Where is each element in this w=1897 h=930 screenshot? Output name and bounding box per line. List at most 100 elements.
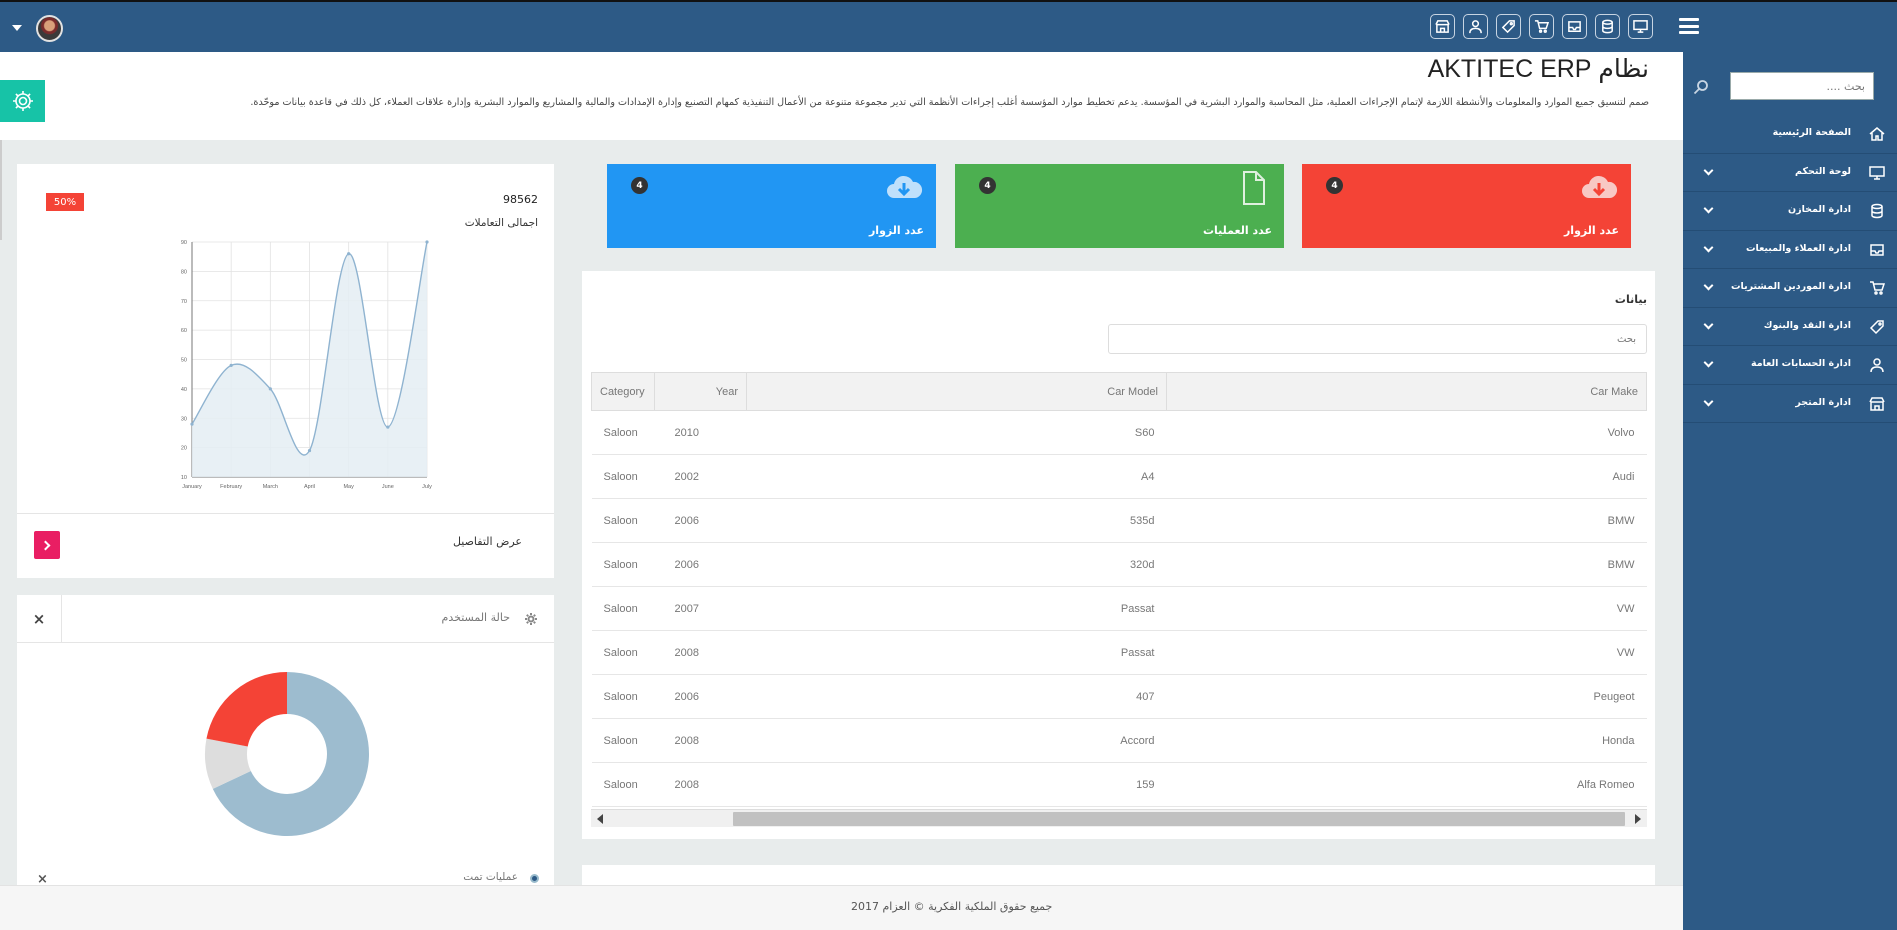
cell-make: VW — [1166, 586, 1647, 631]
chevron-down-icon — [1703, 396, 1714, 406]
table-row[interactable]: Saloon 2008 Accord Honda — [591, 718, 1647, 763]
card-label: عدد الزوار — [1563, 224, 1619, 237]
sidebar-menu: الصفحة الرئيسية لوحة التحكم ادارة المخازن ا… — [1683, 115, 1897, 423]
view-details-label: عرض التفاصيل — [452, 535, 522, 548]
database-icon[interactable] — [1595, 14, 1620, 39]
column-header-category[interactable]: Category — [591, 372, 655, 411]
column-header-model[interactable]: Car Model — [746, 372, 1167, 411]
user-icon[interactable] — [1463, 14, 1488, 39]
close-icon[interactable]: × — [17, 595, 62, 643]
sidebar-item-label: ادارة المتجر — [1795, 396, 1851, 408]
user-menu-caret-icon[interactable] — [12, 25, 22, 31]
sidebar-item-5[interactable]: ادارة النقد والبنوك — [1683, 308, 1897, 346]
table-row[interactable]: Saloon 2006 320d BMW — [591, 542, 1647, 587]
scrollbar-thumb[interactable] — [733, 812, 1625, 826]
chart-point-1 — [229, 363, 233, 367]
cell-category: Saloon — [591, 542, 655, 587]
tag-icon — [1869, 319, 1885, 335]
inbox-icon — [1869, 242, 1885, 258]
sidebar-item-6[interactable]: ادارة الحسابات العامة — [1683, 346, 1897, 385]
gear-icon — [12, 91, 33, 111]
table-row[interactable]: Saloon 2002 A4 Audi — [591, 454, 1647, 499]
card-label: عدد العمليات — [1203, 224, 1272, 237]
top-bar — [0, 0, 1897, 52]
cell-model: 407 — [746, 674, 1167, 719]
cart-icon[interactable] — [1529, 14, 1554, 39]
table-row[interactable]: Saloon 2007 Passat VW — [591, 586, 1647, 631]
chart-point-3 — [307, 448, 312, 453]
column-header-make[interactable]: Car Make — [1166, 372, 1647, 411]
cell-year: 2008 — [654, 630, 747, 675]
cell-category: Saloon — [591, 498, 655, 543]
transactions-total-label: اجمالى التعاملات — [464, 217, 538, 229]
sidebar-item-label: الصفحة الرئيسية — [1772, 127, 1851, 138]
inbox-icon[interactable] — [1562, 14, 1587, 39]
settings-gear-button[interactable] — [0, 80, 45, 122]
y-tick-label: 40 — [181, 387, 187, 393]
chevron-down-icon — [1703, 319, 1714, 329]
card-label: عدد الزوار — [868, 224, 924, 237]
menu-toggle-icon[interactable] — [1679, 18, 1699, 34]
table-row[interactable]: Saloon 2008 Passat VW — [591, 630, 1647, 675]
y-tick-label: 20 — [181, 446, 187, 452]
y-tick-label: 80 — [181, 269, 187, 275]
table-row[interactable]: Saloon 2008 159 Alfa Romeo — [591, 762, 1647, 807]
x-tick-label: June — [382, 484, 394, 490]
cell-make: Peugeot — [1166, 674, 1647, 719]
cell-make: Audi — [1166, 454, 1647, 499]
column-header-year[interactable]: Year — [654, 372, 747, 411]
y-tick-label: 60 — [181, 328, 187, 334]
cell-make: Alfa Romeo — [1166, 762, 1647, 807]
sidebar-item-2[interactable]: ادارة المخازن — [1683, 192, 1897, 231]
sidebar-item-4[interactable]: ادارة الموردين المشتريات — [1683, 269, 1897, 308]
user-status-header: × حالة المستخدم — [17, 595, 554, 643]
sidebar-search-input[interactable] — [1730, 72, 1874, 100]
x-tick-label: April — [304, 484, 315, 490]
store-icon[interactable] — [1430, 14, 1455, 39]
user-avatar[interactable] — [36, 15, 63, 42]
y-tick-label: 10 — [181, 475, 187, 481]
cloud-download-icon — [884, 170, 924, 206]
table-row[interactable]: Saloon 2006 535d BMW — [591, 498, 1647, 543]
horizontal-scrollbar[interactable] — [591, 809, 1647, 827]
cell-model: Accord — [746, 718, 1167, 763]
y-tick-label: 70 — [181, 299, 187, 305]
transactions-percent-badge: 50% — [46, 193, 84, 211]
sidebar-item-label: ادارة العملاء والمبيعات — [1745, 242, 1851, 254]
card-badge: 4 — [1326, 177, 1343, 194]
cell-category: Saloon — [591, 674, 655, 719]
cell-model: A4 — [746, 454, 1167, 499]
sidebar-item-7[interactable]: ادارة المتجر — [1683, 385, 1897, 423]
sidebar-item-1[interactable]: لوحة التحكم — [1683, 154, 1897, 192]
document-icon — [1232, 170, 1272, 206]
donut-slice-2[interactable] — [206, 672, 287, 747]
cell-make: BMW — [1166, 542, 1647, 587]
table-row[interactable]: Saloon 2010 S60 Volvo — [591, 410, 1647, 455]
monitor-icon[interactable] — [1628, 14, 1653, 39]
gear-icon[interactable] — [524, 611, 538, 625]
x-tick-label: March — [263, 484, 278, 490]
operations-card[interactable]: 4 عدد العمليات — [955, 164, 1284, 248]
sidebar-item-3[interactable]: ادارة العملاء والمبيعات — [1683, 231, 1897, 269]
search-icon[interactable] — [1693, 79, 1709, 95]
status-dot-icon — [530, 874, 539, 883]
table-row[interactable]: Saloon 2006 407 Peugeot — [591, 674, 1647, 719]
user-icon — [1869, 357, 1885, 373]
view-details-button[interactable] — [34, 531, 60, 559]
cell-make: VW — [1166, 630, 1647, 675]
scroll-left-icon[interactable] — [597, 814, 603, 824]
cell-year: 2007 — [654, 586, 747, 631]
scroll-right-icon[interactable] — [1635, 814, 1641, 824]
table-search-input[interactable] — [1108, 324, 1647, 354]
visitors-card-2[interactable]: 4 عدد الزوار — [607, 164, 936, 248]
page-header: نظام AKTITEC ERP صمم لتنسيق جميع الموارد… — [0, 52, 1683, 140]
cell-category: Saloon — [591, 718, 655, 763]
user-status-donut-chart — [205, 672, 369, 836]
visitors-card[interactable]: 4 عدد الزوار — [1302, 164, 1631, 248]
tag-icon[interactable] — [1496, 14, 1521, 39]
sidebar-item-0[interactable]: الصفحة الرئيسية — [1683, 115, 1897, 154]
cell-year: 2008 — [654, 718, 747, 763]
transactions-total-value: 98562 — [503, 193, 538, 206]
data-panel: بيانات Category Year Car Model Car Make … — [582, 271, 1655, 839]
y-tick-label: 90 — [181, 240, 187, 246]
